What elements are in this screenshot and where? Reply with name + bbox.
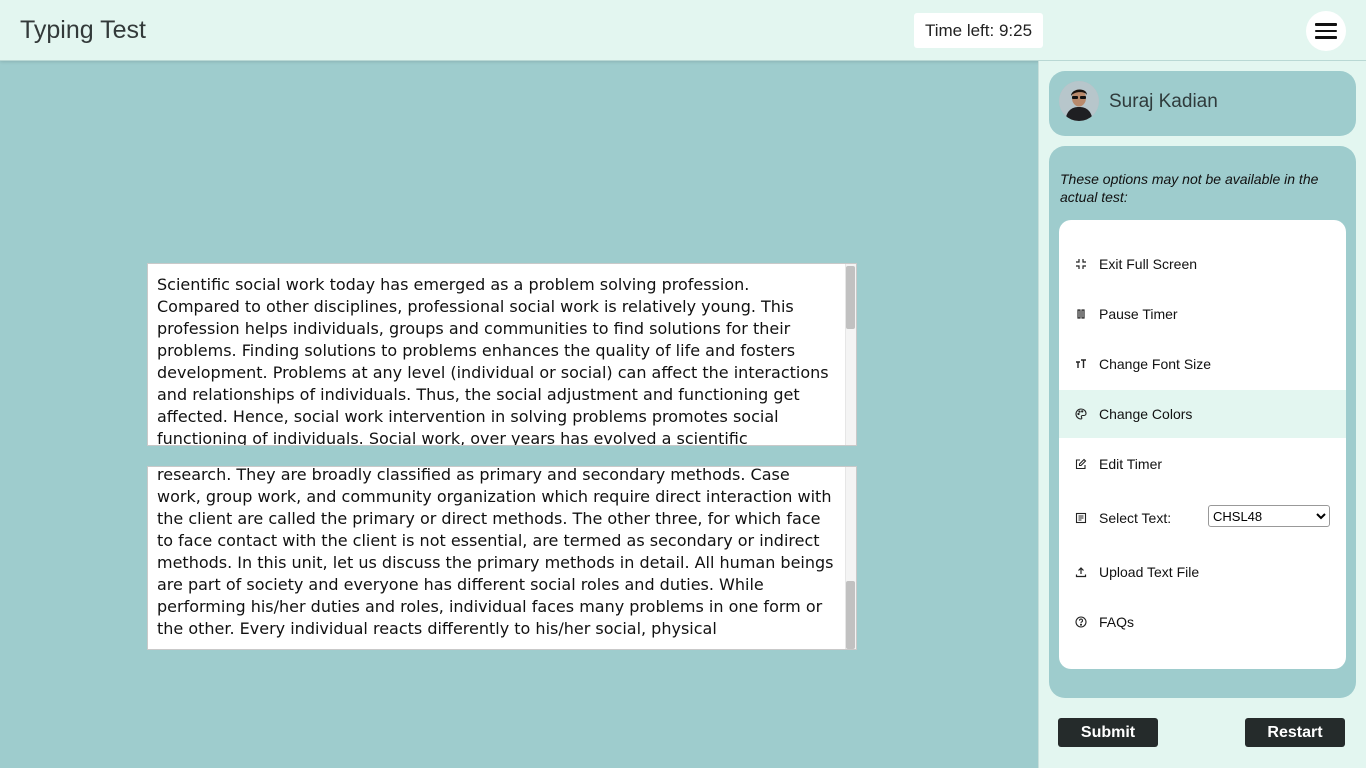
typed-text: research. They are broadly classified as…: [157, 466, 834, 638]
menu-button[interactable]: [1306, 11, 1346, 51]
restart-button[interactable]: Restart: [1245, 718, 1345, 747]
typing-input-box[interactable]: research. They are broadly classified as…: [147, 466, 857, 650]
edit-icon: [1075, 458, 1087, 470]
pause-timer-option[interactable]: Pause Timer: [1059, 290, 1346, 338]
exit-fullscreen-icon: [1075, 258, 1087, 270]
options-list: Exit Full Screen Pause Timer Change Font…: [1059, 220, 1346, 669]
help-circle-icon: [1075, 616, 1087, 628]
edit-timer-option[interactable]: Edit Timer: [1059, 440, 1346, 488]
text-document-icon: [1075, 512, 1087, 524]
typing-scrollbar[interactable]: [845, 467, 856, 649]
palette-icon: [1075, 408, 1087, 420]
option-label: Pause Timer: [1099, 306, 1178, 322]
text-select-dropdown[interactable]: CHSL48: [1208, 505, 1330, 527]
select-text-option: Select Text: CHSL48: [1059, 490, 1346, 546]
option-label: FAQs: [1099, 614, 1135, 630]
scroll-thumb[interactable]: [846, 581, 855, 649]
upload-text-file-option[interactable]: Upload Text File: [1059, 548, 1346, 596]
exit-full-screen-option[interactable]: Exit Full Screen: [1059, 240, 1346, 288]
option-label: Change Font Size: [1099, 356, 1212, 372]
change-colors-option[interactable]: Change Colors: [1059, 390, 1346, 438]
font-size-icon: [1075, 358, 1087, 370]
timer-display: Time left: 9:25: [914, 13, 1043, 48]
avatar: [1059, 81, 1099, 121]
sidebar: Suraj Kadian These options may not be av…: [1038, 61, 1366, 768]
upload-icon: [1075, 566, 1087, 578]
pause-icon: [1075, 308, 1087, 320]
reference-text: Scientific social work today has emerged…: [157, 275, 829, 446]
option-label: Edit Timer: [1099, 456, 1163, 472]
top-bar: Typing Test Time left: 9:25: [0, 0, 1366, 61]
option-label: Exit Full Screen: [1099, 256, 1198, 272]
option-label: Upload Text File: [1099, 564, 1200, 580]
reference-text-box[interactable]: Scientific social work today has emerged…: [147, 263, 857, 446]
scroll-thumb[interactable]: [846, 266, 855, 329]
reference-scrollbar[interactable]: [845, 264, 856, 445]
change-font-size-option[interactable]: Change Font Size: [1059, 340, 1346, 388]
user-card: Suraj Kadian: [1049, 71, 1356, 136]
options-panel: These options may not be available in th…: [1049, 146, 1356, 698]
option-label: Change Colors: [1099, 406, 1193, 422]
user-name: Suraj Kadian: [1109, 91, 1218, 112]
submit-button[interactable]: Submit: [1058, 718, 1158, 747]
hamburger-icon: [1315, 23, 1337, 26]
options-note: These options may not be available in th…: [1060, 171, 1319, 205]
app-title: Typing Test: [20, 16, 147, 44]
faqs-option[interactable]: FAQs: [1059, 598, 1346, 646]
option-label: Select Text:: [1099, 510, 1172, 526]
